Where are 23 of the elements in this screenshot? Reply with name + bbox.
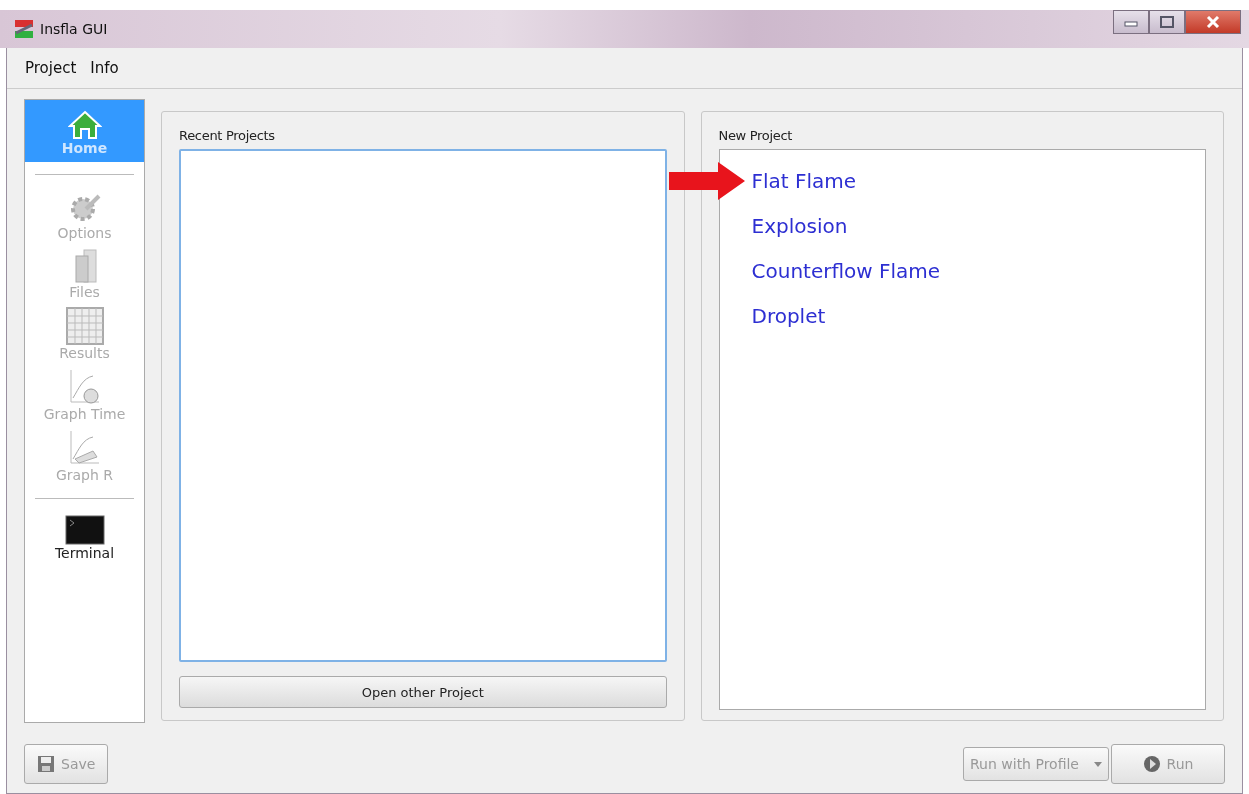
caret-icon <box>1094 761 1102 767</box>
close-button[interactable] <box>1185 10 1241 34</box>
table-icon <box>65 307 104 345</box>
menu-item[interactable]: Info <box>90 59 119 77</box>
sidebar-item[interactable]: Terminal <box>25 511 144 564</box>
terminal-icon <box>64 515 105 545</box>
maximize-icon <box>1160 16 1174 28</box>
house-icon <box>67 110 102 140</box>
maximize-button[interactable] <box>1149 10 1185 34</box>
run-icon <box>1142 755 1161 773</box>
menu-item[interactable]: Project <box>25 59 77 77</box>
panel-title: Recent Projects <box>179 128 276 143</box>
panel-title: New Project <box>718 128 794 143</box>
minimize-button[interactable] <box>1113 10 1149 34</box>
project-type-link[interactable]: Explosion <box>751 213 848 238</box>
project-type-link[interactable]: Droplet <box>751 303 826 328</box>
project-type-link[interactable]: Counterflow Flame <box>751 258 941 283</box>
sidebar-item[interactable]: Home <box>25 100 144 162</box>
project-type-link[interactable]: Flat Flame <box>751 168 857 193</box>
open-project-button[interactable]: Open other Project <box>179 676 667 708</box>
app-logo-icon <box>14 19 34 39</box>
close-icon <box>1206 16 1220 28</box>
window-title: Insfla GUI <box>40 21 108 37</box>
